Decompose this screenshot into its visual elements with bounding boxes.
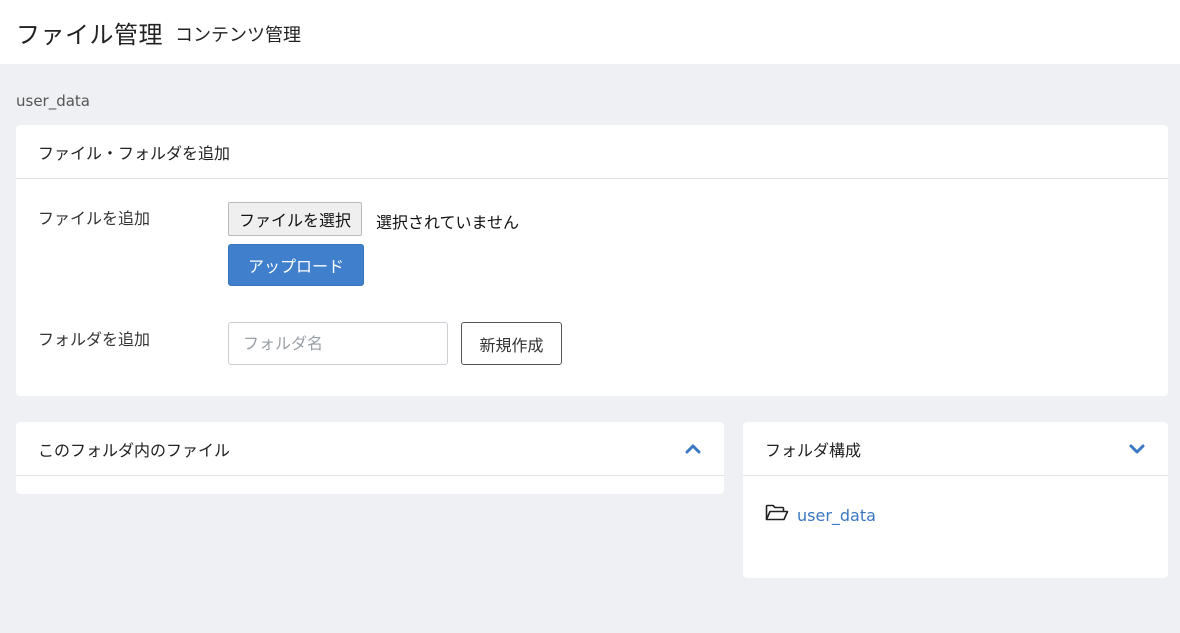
create-folder-button[interactable]: 新規作成 (461, 322, 562, 365)
choose-file-button[interactable]: ファイルを選択 (228, 202, 363, 236)
tree-item-label[interactable]: user_data (797, 506, 876, 525)
folder-files-card: このフォルダ内のファイル (16, 422, 724, 494)
chevron-up-icon[interactable] (684, 440, 702, 458)
tree-card-title: フォルダ構成 (765, 440, 862, 460)
page-title: ファイル管理 (16, 20, 163, 49)
chevron-down-icon[interactable] (1128, 440, 1146, 458)
upload-button[interactable]: アップロード (228, 244, 364, 286)
file-status-text: 選択されていません (376, 213, 520, 232)
add-card-title: ファイル・フォルダを追加 (38, 143, 231, 163)
folder-add-label: フォルダを追加 (38, 330, 151, 349)
tree-card-header[interactable]: フォルダ構成 (743, 422, 1168, 476)
folder-open-icon (765, 504, 789, 526)
file-add-label: ファイルを追加 (38, 209, 151, 228)
breadcrumb: user_data (16, 92, 91, 110)
page-header: ファイル管理 コンテンツ管理 (0, 0, 1180, 64)
add-file-folder-card: ファイル・フォルダを追加 ファイルを追加 ファイルを選択 選択されていません ア… (16, 125, 1168, 396)
page-subtitle: コンテンツ管理 (175, 24, 301, 46)
add-card-header: ファイル・フォルダを追加 (16, 125, 1168, 179)
folder-name-input[interactable] (228, 322, 448, 365)
tree-item-user-data[interactable]: user_data (765, 504, 876, 526)
files-card-title: このフォルダ内のファイル (38, 440, 231, 460)
files-card-header[interactable]: このフォルダ内のファイル (16, 422, 724, 476)
folder-tree-card: フォルダ構成 user_data (743, 422, 1168, 578)
